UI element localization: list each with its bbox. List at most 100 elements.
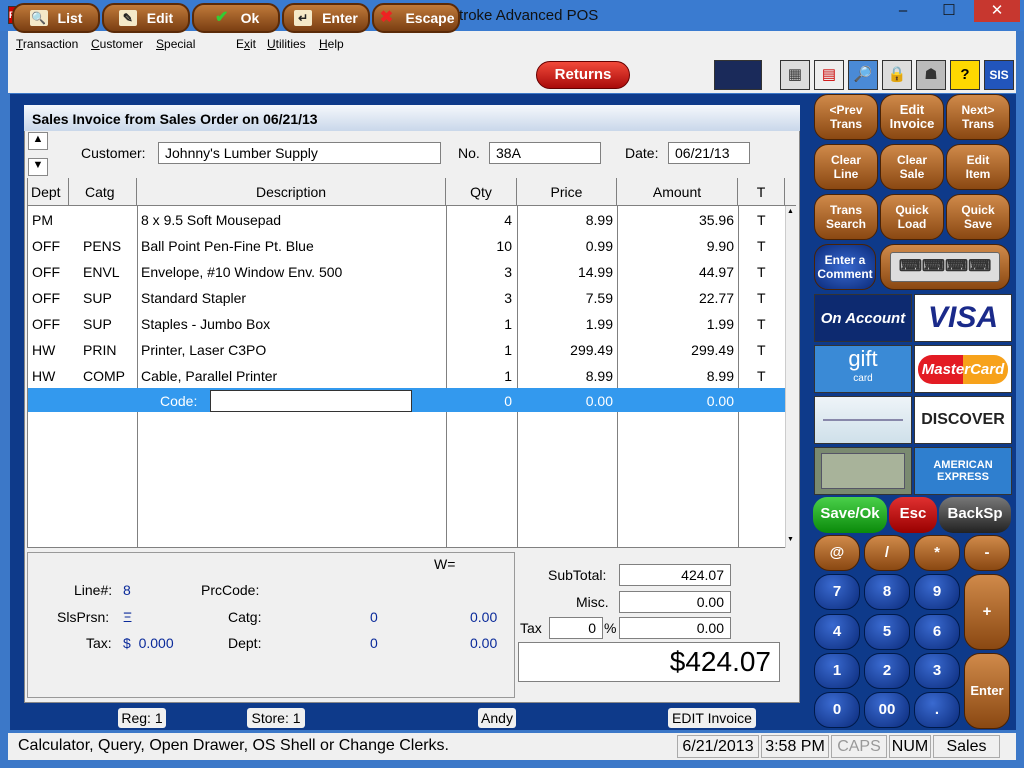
cell-qty: 3 [504,264,512,280]
menu-special[interactable]: Special [156,37,195,51]
keypad-6[interactable]: 6 [914,614,960,650]
keypad-7[interactable]: 7 [814,574,860,610]
table-row[interactable]: OFF SUP Standard Stapler 3 7.59 22.77 T [28,285,785,311]
keypad-00[interactable]: 00 [864,692,910,728]
clear-line-button[interactable]: Clear Line [814,144,878,190]
enter-button[interactable]: ↵ Enter [282,3,370,33]
backspace-button[interactable]: BackSp [939,497,1011,533]
mastercard-button[interactable]: MasterCard [914,345,1012,393]
grid-scrollbar[interactable]: ▲ ▼ [785,206,796,548]
mastercard-label: MasterCard [917,354,1009,384]
cash-button[interactable] [814,447,912,495]
keypad-plus[interactable]: + [964,574,1010,650]
scroll-down-arrow-icon[interactable]: ▼ [787,536,794,543]
cell-price: 0.99 [585,238,613,254]
list-button[interactable]: 🔍 List [12,3,100,33]
on-account-button[interactable]: On Account [814,294,912,342]
table-row[interactable]: HW PRIN Printer, Laser C3PO 1 299.49 299.49 T [28,337,785,363]
keypad-1[interactable]: 1 [814,653,860,689]
prev-trans-button[interactable]: <Prev Trans [814,94,878,140]
esc-button[interactable]: Esc [889,497,937,533]
calculator-icon[interactable]: ▦ [780,60,810,90]
menu-help[interactable]: Help [319,37,344,51]
cell-desc: 8 x 9.5 Soft Mousepad [141,212,282,228]
lock-icon[interactable]: 🔒 [882,60,912,90]
query-icon[interactable]: 🔎 [848,60,878,90]
status-mode: Sales [933,735,1000,758]
maximize-button[interactable]: ☐ [926,0,972,22]
escape-label: Escape [405,10,455,26]
column-header-price[interactable]: Price [517,178,617,206]
quick-save-button[interactable]: Quick Save [946,194,1010,240]
table-row[interactable]: OFF SUP Staples - Jumbo Box 1 1.99 1.99 T [28,311,785,337]
check-button[interactable] [814,396,912,444]
visa-button[interactable]: VISA [914,294,1012,342]
keypad-2[interactable]: 2 [864,653,910,689]
scroll-down-icon[interactable]: ▼ [28,158,48,176]
edit-button[interactable]: ✎ Edit [102,3,190,33]
menu-utilities[interactable]: Utilities [267,37,306,51]
edit-item-button[interactable]: Edit Item [946,144,1010,190]
table-row[interactable]: HW COMP Cable, Parallel Printer 1 8.99 8.99 T [28,363,785,389]
discover-button[interactable]: DISCOVER [914,396,1012,444]
column-header-amount[interactable]: Amount [617,178,738,206]
table-row[interactable]: OFF ENVL Envelope, #10 Window Env. 500 3 14.… [28,259,785,285]
cell-t: T [757,342,766,358]
column-header-dept[interactable]: Dept [28,178,69,206]
calendar-icon[interactable]: ▤ [814,60,844,90]
save-ok-button[interactable]: Save/Ok [813,497,887,533]
menu-transaction[interactable]: Transaction [16,37,78,51]
tax-percent-field[interactable]: 0 [549,617,603,639]
keypad-4[interactable]: 4 [814,614,860,650]
column-header-description[interactable]: Description [137,178,446,206]
keyboard-button[interactable]: ⌨⌨⌨⌨ [880,244,1010,290]
keypad-divide[interactable]: / [864,535,910,571]
help-icon[interactable]: ? [950,60,980,90]
code-input[interactable] [210,390,412,412]
keypad-at[interactable]: @ [814,535,860,571]
keypad-decimal[interactable]: . [914,692,960,728]
keypad-enter[interactable]: Enter [964,653,1010,729]
minimize-button[interactable]: – [880,0,926,22]
column-header-catg[interactable]: Catg [69,178,137,206]
edit-invoice-button[interactable]: Edit Invoice [880,94,944,140]
keypad-multiply[interactable]: * [914,535,960,571]
clerk-icon[interactable]: ☗ [916,60,946,90]
next-trans-button[interactable]: Next> Trans [946,94,1010,140]
slsprsn-value[interactable]: Ξ [123,609,132,625]
keypad-3[interactable]: 3 [914,653,960,689]
quick-load-button[interactable]: Quick Load [880,194,944,240]
menu-customer[interactable]: Customer [91,37,143,51]
sis-logo-icon[interactable]: SIS [984,60,1014,90]
keypad-5[interactable]: 5 [864,614,910,650]
keypad-8[interactable]: 8 [864,574,910,610]
keypad-0[interactable]: 0 [814,692,860,728]
escape-button[interactable]: ✖ Escape [372,3,460,33]
keypad-9[interactable]: 9 [914,574,960,610]
gift-card-button[interactable]: gift card [814,345,912,393]
cell-price: 7.59 [585,290,613,306]
close-button[interactable]: ✕ [974,0,1020,22]
scroll-up-arrow-icon[interactable]: ▲ [787,208,794,215]
date-field[interactable]: 06/21/13 [668,142,750,164]
menu-exit[interactable]: Exit [236,37,256,51]
misc-field[interactable]: 0.00 [619,591,731,613]
amex-button[interactable]: AMERICAN EXPRESS [914,447,1012,495]
column-header-qty[interactable]: Qty [446,178,517,206]
trans-search-button[interactable]: Trans Search [814,194,878,240]
column-header-t[interactable]: T [738,178,785,206]
cell-dept: HW [32,368,56,384]
cell-dept: HW [32,342,56,358]
invoice-number-field[interactable]: 38A [489,142,601,164]
register-display-icon[interactable] [714,60,762,90]
customer-field[interactable]: Johnny's Lumber Supply [158,142,441,164]
scroll-up-icon[interactable]: ▲ [28,132,48,150]
clear-sale-button[interactable]: Clear Sale [880,144,944,190]
table-row[interactable]: OFF PENS Ball Point Pen-Fine Pt. Blue 10 0.9… [28,233,785,259]
enter-comment-button[interactable]: Enter a Comment [814,244,876,290]
keypad-minus[interactable]: - [964,535,1010,571]
returns-button[interactable]: Returns [536,61,630,89]
table-row[interactable]: PM 8 x 9.5 Soft Mousepad 4 8.99 35.96 T [28,207,785,233]
ok-button[interactable]: ✔ Ok [192,3,280,33]
keyboard-icon: ⌨⌨⌨⌨ [890,252,1000,282]
